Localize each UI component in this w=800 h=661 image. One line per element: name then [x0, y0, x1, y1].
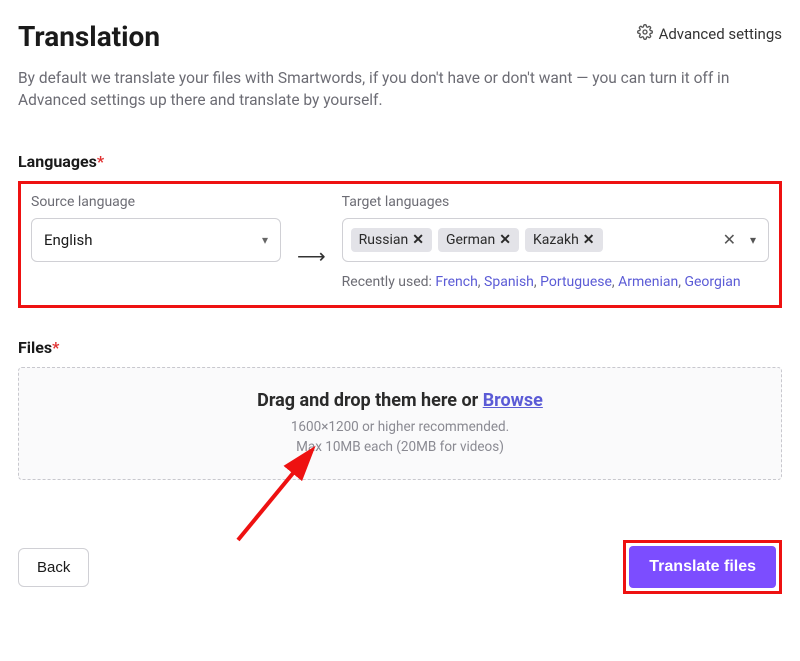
target-languages-select[interactable]: Russian ✕ German ✕ Kazakh ✕ ✕ ▾ — [342, 218, 769, 262]
chip-remove-icon[interactable]: ✕ — [583, 232, 595, 248]
recent-language-link[interactable]: Georgian — [684, 274, 740, 290]
languages-section-label: Languages* — [18, 152, 782, 171]
recent-language-link[interactable]: Armenian — [618, 274, 678, 290]
files-section-label: Files* — [18, 338, 782, 357]
target-languages-label: Target languages — [342, 194, 769, 210]
chip-remove-icon[interactable]: ✕ — [499, 232, 511, 248]
recent-language-link[interactable]: Portuguese — [540, 274, 612, 290]
source-language-label: Source language — [31, 194, 281, 210]
gear-icon — [637, 24, 653, 44]
dropzone-hint-2: Max 10MB each (20MB for videos) — [29, 437, 771, 457]
source-language-select[interactable]: English ▾ — [31, 218, 281, 262]
languages-highlight-box: Source language English ▾ ⟶ Target langu… — [18, 181, 782, 308]
chevron-down-icon: ▾ — [262, 233, 268, 247]
translate-button-highlight: Translate files — [623, 540, 782, 594]
browse-link[interactable]: Browse — [483, 390, 543, 411]
description-text: By default we translate your files with … — [18, 67, 782, 112]
chip-remove-icon[interactable]: ✕ — [412, 232, 424, 248]
dropzone-title: Drag and drop them here or Browse — [29, 390, 771, 411]
source-language-value: English — [44, 231, 93, 249]
advanced-settings-link[interactable]: Advanced settings — [637, 24, 782, 44]
advanced-settings-label: Advanced settings — [659, 25, 782, 43]
recent-language-link[interactable]: French — [435, 274, 477, 290]
recent-language-link[interactable]: Spanish — [484, 274, 534, 290]
language-chip: Kazakh ✕ — [525, 228, 603, 252]
recently-used-row: Recently used: French, Spanish, Portugue… — [342, 272, 769, 293]
page-title: Translation — [18, 20, 160, 53]
clear-all-icon[interactable]: ✕ — [723, 230, 736, 249]
back-button[interactable]: Back — [18, 548, 89, 587]
file-dropzone[interactable]: Drag and drop them here or Browse 1600×1… — [18, 367, 782, 481]
language-chip: German ✕ — [438, 228, 519, 252]
translate-files-button[interactable]: Translate files — [629, 546, 776, 588]
dropzone-hint-1: 1600×1200 or higher recommended. — [29, 417, 771, 437]
language-chip: Russian ✕ — [351, 228, 432, 252]
arrow-right-icon: ⟶ — [297, 244, 326, 268]
chevron-down-icon[interactable]: ▾ — [750, 233, 756, 247]
